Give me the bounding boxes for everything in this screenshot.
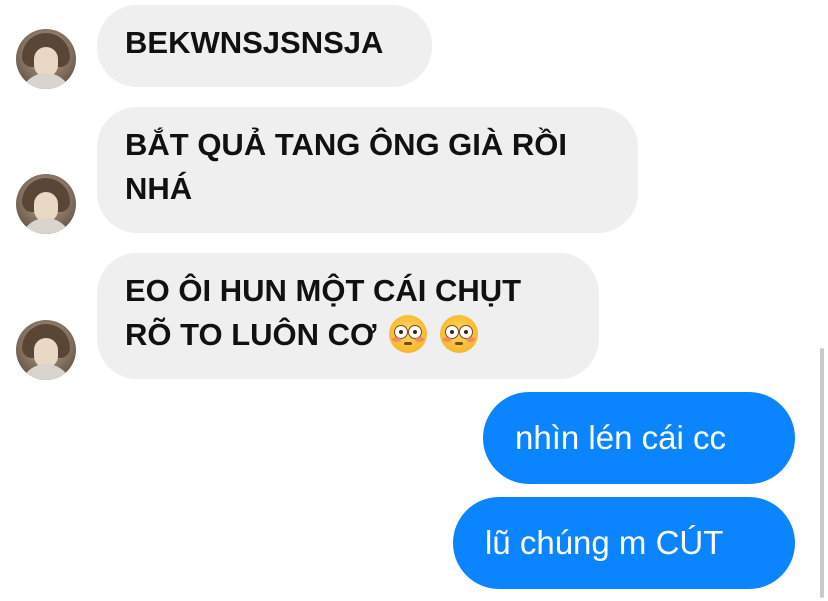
scrollbar[interactable]	[820, 348, 824, 598]
message-text: nhìn lén cái cc	[515, 419, 726, 456]
avatar-shirt	[20, 364, 72, 380]
contact-avatar[interactable]	[16, 320, 76, 380]
message-text: BẮT QUẢ TANG ÔNG GIÀ RỒI NHÁ	[125, 127, 568, 206]
outgoing-message-bubble[interactable]: lũ chúng m CÚT	[453, 497, 795, 589]
avatar-shirt	[20, 73, 72, 89]
message-text-line: EO ÔI HUN MỘT CÁI CHỤT	[125, 273, 522, 308]
contact-avatar[interactable]	[16, 174, 76, 234]
message-text: RÕ TO LUÔN CƠ	[125, 317, 377, 352]
incoming-message-bubble[interactable]: BẮT QUẢ TANG ÔNG GIÀ RỒI NHÁ	[97, 107, 638, 233]
avatar-shirt	[20, 218, 72, 234]
message-text: lũ chúng m CÚT	[485, 524, 724, 561]
incoming-message-bubble[interactable]: BEKWNSJSNSJA	[97, 5, 432, 87]
flushed-face-emoji	[439, 315, 478, 353]
incoming-message-bubble[interactable]: EO ÔI HUN MỘT CÁI CHỤT RÕ TO LUÔN CƠ	[97, 253, 599, 379]
flushed-face-emoji	[389, 315, 428, 353]
contact-avatar[interactable]	[16, 29, 76, 89]
message-text: BEKWNSJSNSJA	[125, 25, 384, 60]
message-text-line: RÕ TO LUÔN CƠ	[125, 313, 571, 357]
outgoing-message-bubble[interactable]: nhìn lén cái cc	[483, 392, 795, 484]
